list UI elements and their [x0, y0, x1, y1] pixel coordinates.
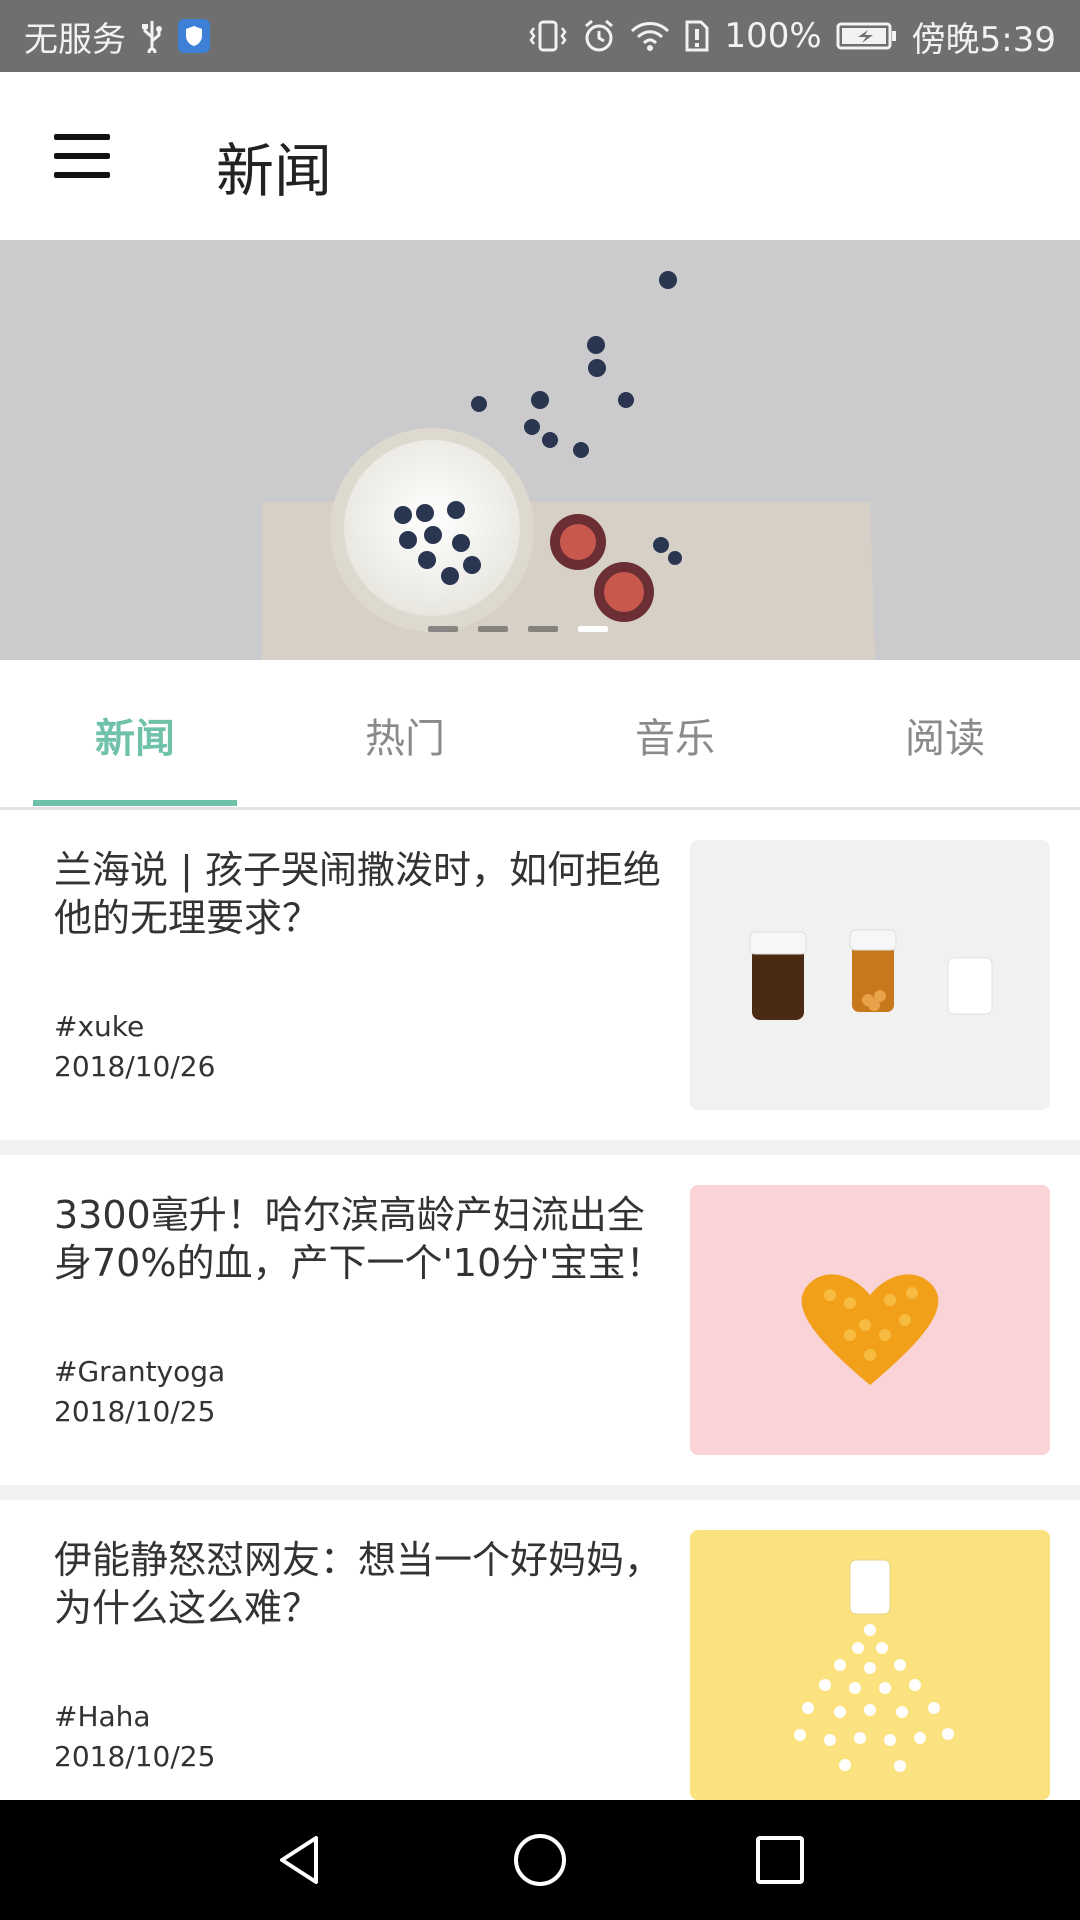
carousel-dot[interactable] [528, 626, 558, 632]
tab-music[interactable]: 音乐 [540, 660, 810, 810]
carousel-dot-active[interactable] [578, 626, 608, 632]
article-tag: #Haha [54, 1700, 151, 1733]
article-title: 伊能静怒怼网友：想当一个好妈妈，为什么这么难？ [54, 1538, 663, 1630]
status-bar-left: 无服务 [24, 0, 210, 72]
article-date: 2018/10/25 [54, 1395, 216, 1428]
spilled-pills-image [690, 1530, 1050, 1800]
alarm-icon [582, 19, 616, 53]
status-bar-right: 100% 傍晚5:39 [528, 0, 1056, 72]
banner-image [0, 240, 1080, 660]
article-title: 兰海说 | 孩子哭闹撒泼时，如何拒绝他的无理要求？ [54, 848, 661, 940]
back-icon[interactable] [240, 1800, 360, 1920]
tab-hot[interactable]: 热门 [270, 660, 540, 810]
article-tag: #Grantyoga [54, 1355, 226, 1388]
home-icon[interactable] [480, 1800, 600, 1920]
battery-percent: 100% [724, 16, 822, 56]
tab-indicator [33, 800, 237, 806]
status-time: 傍晚5:39 [911, 19, 1056, 60]
article-title: 3300毫升！哈尔滨高龄产妇流出全身70%的血，产下一个'10分'宝宝！ [54, 1193, 664, 1285]
navigation-bar [0, 1800, 1080, 1920]
tab-bar: 新闻 热门 音乐 阅读 [0, 660, 1080, 810]
medicine-bottles-image [690, 840, 1050, 1110]
status-bar: 无服务 100% 傍晚5:39 [0, 0, 1080, 72]
article-tag: #xuke [54, 1010, 145, 1043]
wifi-icon [630, 19, 670, 53]
article-card[interactable]: 3300毫升！哈尔滨高龄产妇流出全身70%的血，产下一个'10分'宝宝！ #Gr… [0, 1155, 1080, 1485]
article-list[interactable]: 兰海说 | 孩子哭闹撒泼时，如何拒绝他的无理要求？ #xuke 2018/10/… [0, 810, 1080, 1800]
banner-carousel[interactable] [0, 240, 1080, 660]
recents-icon[interactable] [720, 1800, 840, 1920]
article-date: 2018/10/25 [54, 1740, 216, 1773]
app-bar: 新闻 [0, 72, 1080, 240]
sim-icon [684, 19, 710, 53]
article-date: 2018/10/26 [54, 1050, 216, 1083]
tab-news[interactable]: 新闻 [0, 660, 270, 810]
article-card[interactable]: 兰海说 | 孩子哭闹撒泼时，如何拒绝他的无理要求？ #xuke 2018/10/… [0, 810, 1080, 1140]
carousel-indicators [428, 626, 608, 632]
carrier-label: 无服务 [24, 19, 126, 60]
article-card[interactable]: 伊能静怒怼网友：想当一个好妈妈，为什么这么难？ #Haha 2018/10/25 [0, 1500, 1080, 1800]
menu-icon[interactable] [54, 134, 110, 178]
pill-heart-image [690, 1185, 1050, 1455]
page-title: 新闻 [216, 137, 333, 205]
tab-reading[interactable]: 阅读 [810, 660, 1080, 810]
usb-icon [140, 19, 164, 53]
vibrate-icon [528, 19, 568, 53]
battery-icon [836, 21, 898, 51]
shield-icon [178, 19, 210, 53]
carousel-dot[interactable] [478, 626, 508, 632]
carousel-dot[interactable] [428, 626, 458, 632]
